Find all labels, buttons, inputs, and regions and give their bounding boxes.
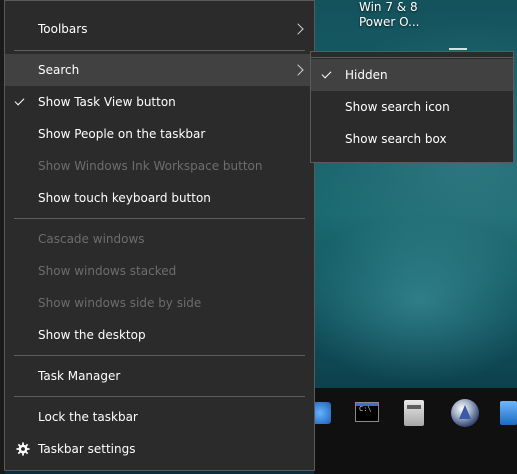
desktop-shortcut-label[interactable]: Win 7 & 8 Power O... xyxy=(359,0,420,30)
gear-icon xyxy=(16,442,30,456)
desktop-label-line1: Win 7 & 8 xyxy=(359,0,418,14)
menu-item-toolbars[interactable]: Toolbars xyxy=(5,13,314,45)
submenu-item-label: Hidden xyxy=(345,68,388,82)
cmd-glyph: C:\ xyxy=(359,405,372,413)
menu-item-label: Cascade windows xyxy=(38,232,145,246)
menu-item-label: Show touch keyboard button xyxy=(38,191,211,205)
checkmark-icon xyxy=(321,68,332,79)
menu-item-label: Show Windows Ink Workspace button xyxy=(38,159,263,173)
menu-item-label: Lock the taskbar xyxy=(38,410,138,424)
submenu-top-divider xyxy=(311,57,513,58)
menu-item-label: Show People on the taskbar xyxy=(38,127,206,141)
taskbar-context-menu: Toolbars Search Show Task View button Sh… xyxy=(4,0,315,471)
menu-item-task-manager[interactable]: Task Manager xyxy=(5,360,314,392)
menu-item-search[interactable]: Search xyxy=(5,54,314,86)
checkmark-icon xyxy=(14,95,25,106)
search-submenu: Hidden Show search icon Show search box xyxy=(310,51,514,163)
menu-item-show-desktop[interactable]: Show the desktop xyxy=(5,319,314,351)
menu-item-show-people[interactable]: Show People on the taskbar xyxy=(5,118,314,150)
menu-item-cascade-windows: Cascade windows xyxy=(5,223,314,255)
menu-item-label: Show Task View button xyxy=(38,95,176,109)
menu-item-label: Taskbar settings xyxy=(38,442,136,456)
globe-icon[interactable] xyxy=(451,399,479,427)
computer-icon[interactable] xyxy=(500,401,517,425)
chevron-right-icon xyxy=(292,23,304,35)
document-icon[interactable] xyxy=(404,400,424,426)
menu-item-label: Show windows stacked xyxy=(38,264,177,278)
command-prompt-icon[interactable]: C:\ xyxy=(355,402,379,422)
menu-item-windows-side-by-side: Show windows side by side xyxy=(5,287,314,319)
menu-item-windows-stacked: Show windows stacked xyxy=(5,255,314,287)
menu-item-label: Show windows side by side xyxy=(38,296,202,310)
menu-separator xyxy=(14,396,305,397)
menu-item-show-touch-keyboard[interactable]: Show touch keyboard button xyxy=(5,182,314,214)
menu-separator xyxy=(14,355,305,356)
menu-item-label: Task Manager xyxy=(38,369,121,383)
submenu-item-show-search-icon[interactable]: Show search icon xyxy=(311,91,513,123)
menu-item-lock-taskbar[interactable]: Lock the taskbar xyxy=(5,401,314,433)
desktop-label-line2: Power O... xyxy=(359,15,420,29)
menu-item-label: Search xyxy=(38,63,80,77)
submenu-item-label: Show search box xyxy=(345,132,447,146)
submenu-item-show-search-box[interactable]: Show search box xyxy=(311,123,513,155)
menu-item-show-task-view[interactable]: Show Task View button xyxy=(5,86,314,118)
submenu-item-hidden[interactable]: Hidden xyxy=(311,59,513,91)
menu-separator xyxy=(14,218,305,219)
menu-item-show-ink-workspace: Show Windows Ink Workspace button xyxy=(5,150,314,182)
chevron-right-icon xyxy=(292,64,304,76)
menu-item-taskbar-settings[interactable]: Taskbar settings xyxy=(5,433,314,465)
menu-item-label: Toolbars xyxy=(38,22,88,36)
desktop-icon-fragment xyxy=(449,48,467,50)
menu-separator xyxy=(14,50,305,51)
submenu-item-label: Show search icon xyxy=(345,100,450,114)
menu-item-label: Show the desktop xyxy=(38,328,146,342)
